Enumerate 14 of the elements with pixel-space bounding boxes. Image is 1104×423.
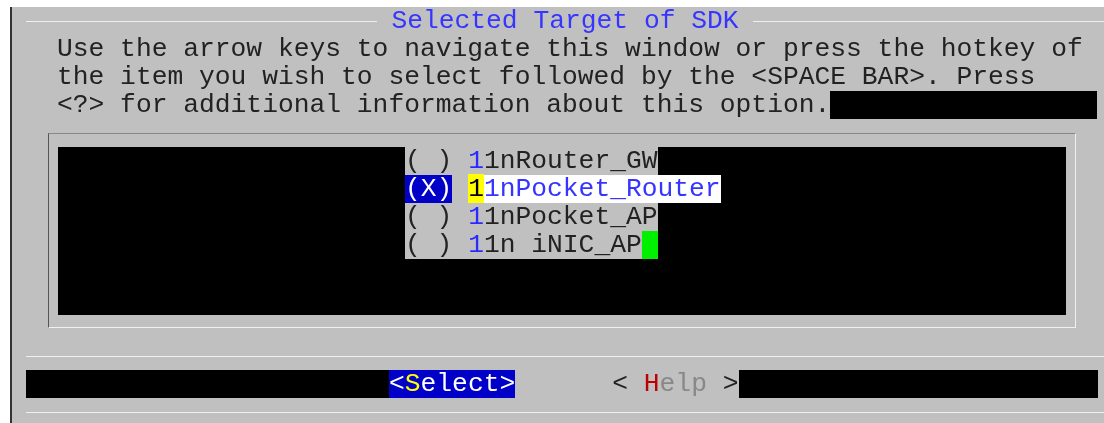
help-button[interactable]: < Help >	[612, 370, 739, 398]
menu-row[interactable]: ( ) 11nRouter_GW	[405, 147, 658, 175]
menu-row[interactable]: (X) 11nPocket_Router	[405, 175, 721, 203]
prompt-text: Use the arrow keys to navigate this window or press the hotkey of	[57, 35, 1083, 63]
menu-row[interactable]: ( ) 11nPocket_AP	[405, 203, 658, 231]
prompt-text: the item you wish to select followed by the <SPACE BAR>. Press	[57, 63, 1036, 91]
dialog-title: Selected Target of SDK	[390, 7, 740, 35]
select-button[interactable]: <Select>	[389, 370, 516, 398]
menu-row[interactable]: ( ) 11n iNIC_AP	[405, 231, 658, 259]
option-label[interactable]: 11n iNIC_AP	[468, 231, 642, 259]
option-label[interactable]: 11nPocket_Router	[468, 175, 721, 203]
option-label[interactable]: 11nPocket_AP	[468, 203, 658, 231]
prompt-text: <?> for additional information about this option.	[57, 91, 831, 119]
radio-option[interactable]: (X)	[405, 175, 453, 203]
